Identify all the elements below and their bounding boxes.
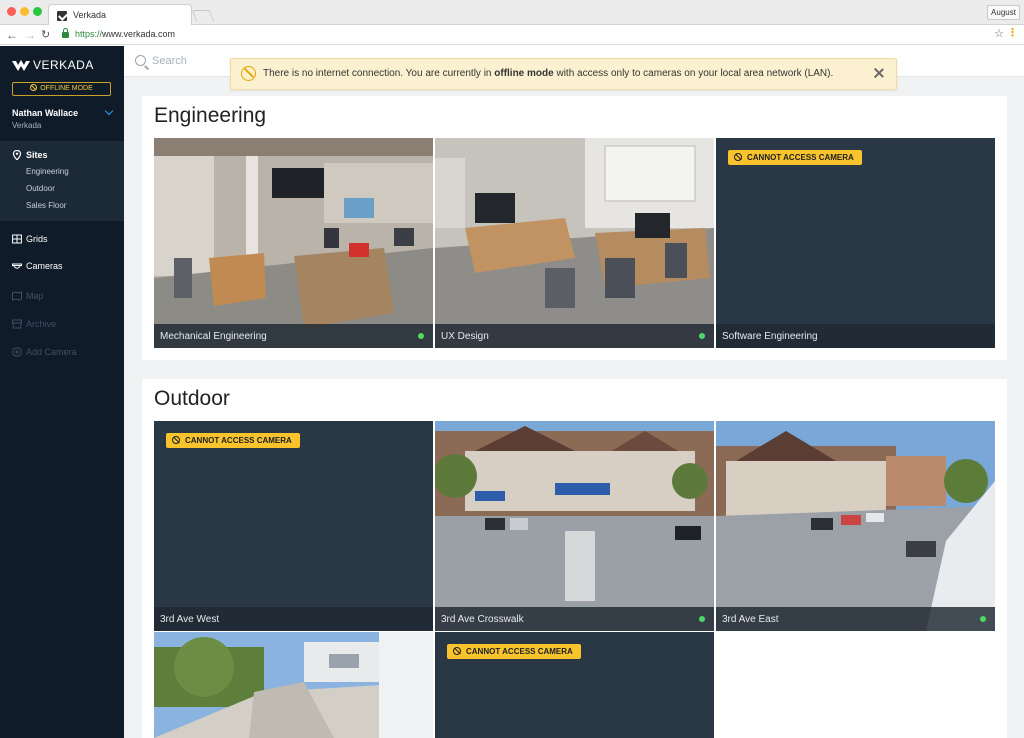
archive-icon	[12, 319, 22, 329]
camera-tile[interactable]: UX Design	[435, 138, 714, 348]
ban-icon	[453, 647, 461, 655]
camera-feed-image	[154, 632, 433, 738]
camera-group-outdoor: Outdoor CANNOT ACCESS CAMERA 3rd Ave Wes…	[142, 379, 1007, 738]
ban-icon	[241, 66, 256, 81]
camera-feed-image	[435, 421, 714, 631]
url-scheme: https://	[75, 29, 103, 39]
new-tab-button[interactable]	[191, 10, 215, 22]
browser-profile-button[interactable]: August	[987, 5, 1020, 20]
sidebar-site-outdoor[interactable]: Outdoor	[26, 184, 55, 193]
sidebar-site-sales-floor[interactable]: Sales Floor	[26, 201, 66, 210]
reload-icon[interactable]: ↻	[41, 27, 50, 43]
ban-icon	[30, 84, 38, 91]
minimize-window-button[interactable]	[20, 7, 29, 16]
search-input[interactable]	[152, 54, 232, 68]
map-icon	[12, 291, 22, 301]
chevron-down-icon[interactable]	[104, 106, 114, 116]
camera-feed-image	[716, 421, 995, 631]
sidebar: VERKADA OFFLINE MODE Nathan Wallace Verk…	[0, 46, 124, 738]
camera-name: 3rd Ave Crosswalk	[441, 614, 524, 625]
address-bar[interactable]: https://www.verkada.com	[75, 29, 175, 39]
user-name[interactable]: Nathan Wallace	[12, 108, 78, 118]
browser-menu-icon[interactable]: ⋮	[1007, 26, 1018, 39]
alert-text-end: with access only to cameras on your loca…	[553, 68, 834, 79]
camera-label-bar: 3rd Ave West	[154, 607, 433, 631]
search-icon	[135, 55, 146, 66]
sidebar-item-label: Archive	[26, 319, 57, 329]
tab-title: Verkada	[73, 10, 107, 20]
lock-icon	[62, 28, 69, 38]
cannot-access-badge: CANNOT ACCESS CAMERA	[447, 644, 581, 659]
offline-mode-badge: OFFLINE MODE	[12, 82, 111, 96]
camera-label-bar: UX Design	[435, 324, 714, 348]
camera-name: Mechanical Engineering	[160, 331, 267, 342]
camera-feed-image	[154, 138, 433, 348]
maximize-window-button[interactable]	[33, 7, 42, 16]
online-status-dot	[699, 333, 705, 339]
camera-name: 3rd Ave West	[160, 614, 220, 625]
close-icon[interactable]	[873, 67, 885, 79]
camera-dome-icon	[12, 263, 22, 269]
online-status-dot	[699, 616, 705, 622]
camera-tile[interactable]: CANNOT ACCESS CAMERA 3rd Ave West	[154, 421, 433, 631]
camera-label-bar: Software Engineering	[716, 324, 995, 348]
camera-feed-image	[435, 138, 714, 348]
brand-name: VERKADA	[33, 58, 94, 72]
camera-name: UX Design	[441, 331, 489, 342]
group-title: Engineering	[154, 104, 267, 127]
map-pin-icon	[12, 150, 22, 160]
camera-tile[interactable]	[154, 632, 433, 738]
camera-tile[interactable]: CANNOT ACCESS CAMERA	[435, 632, 714, 738]
camera-group-engineering: Engineering Mechanical Engineering UX De…	[142, 96, 1007, 360]
offline-alert-banner: There is no internet connection. You are…	[230, 58, 897, 90]
alert-message: There is no internet connection. You are…	[263, 68, 833, 79]
camera-tile[interactable]: 3rd Ave East	[716, 421, 995, 631]
sidebar-item-label: Map	[26, 291, 44, 301]
group-title: Outdoor	[154, 387, 230, 410]
sidebar-item-label: Grids	[26, 234, 48, 244]
camera-tile[interactable]: 3rd Ave Crosswalk	[435, 421, 714, 631]
online-status-dot	[980, 616, 986, 622]
camera-tile[interactable]: Mechanical Engineering	[154, 138, 433, 348]
cannot-access-label: CANNOT ACCESS CAMERA	[185, 436, 292, 445]
forward-arrow-icon[interactable]: →	[24, 27, 36, 43]
grid-icon	[12, 234, 22, 244]
alert-text-start: There is no internet connection. You are…	[263, 68, 495, 79]
sites-section: Sites Engineering Outdoor Sales Floor	[0, 141, 124, 221]
user-org: Verkada	[12, 121, 42, 130]
close-window-button[interactable]	[7, 7, 16, 16]
camera-label-bar: 3rd Ave East	[716, 607, 995, 631]
verkada-logo-icon	[12, 60, 30, 71]
main-content: Engineering Mechanical Engineering	[124, 46, 1024, 738]
ban-icon	[172, 436, 180, 444]
camera-name: 3rd Ave East	[722, 614, 779, 625]
bookmark-star-icon[interactable]: ☆	[994, 27, 1004, 40]
camera-label-bar: Mechanical Engineering	[154, 324, 433, 348]
sidebar-item-label: Add Camera	[26, 347, 77, 357]
sidebar-site-engineering[interactable]: Engineering	[26, 167, 69, 176]
sidebar-item-label: Sites	[26, 150, 48, 160]
camera-label-bar: 3rd Ave Crosswalk	[435, 607, 714, 631]
sidebar-item-label: Cameras	[26, 261, 63, 271]
back-arrow-icon[interactable]: ←	[6, 27, 18, 43]
verkada-favicon-icon	[57, 11, 67, 21]
ban-icon	[734, 153, 742, 161]
cannot-access-badge: CANNOT ACCESS CAMERA	[166, 433, 300, 448]
url-host: www.verkada.com	[102, 29, 176, 39]
browser-tab[interactable]: Verkada	[48, 4, 192, 26]
cannot-access-label: CANNOT ACCESS CAMERA	[747, 153, 854, 162]
alert-text-bold: offline mode	[494, 68, 554, 79]
camera-name: Software Engineering	[722, 331, 818, 342]
offline-mode-label: OFFLINE MODE	[40, 85, 93, 92]
camera-tile[interactable]: CANNOT ACCESS CAMERA Software Engineerin…	[716, 138, 995, 348]
cannot-access-label: CANNOT ACCESS CAMERA	[466, 647, 573, 656]
add-circle-icon	[12, 347, 22, 357]
browser-toolbar: ← → ↻ https://www.verkada.com ☆ ⋮	[0, 25, 1024, 45]
online-status-dot	[418, 333, 424, 339]
browser-titlebar: Verkada August	[0, 0, 1024, 26]
cannot-access-badge: CANNOT ACCESS CAMERA	[728, 150, 862, 165]
